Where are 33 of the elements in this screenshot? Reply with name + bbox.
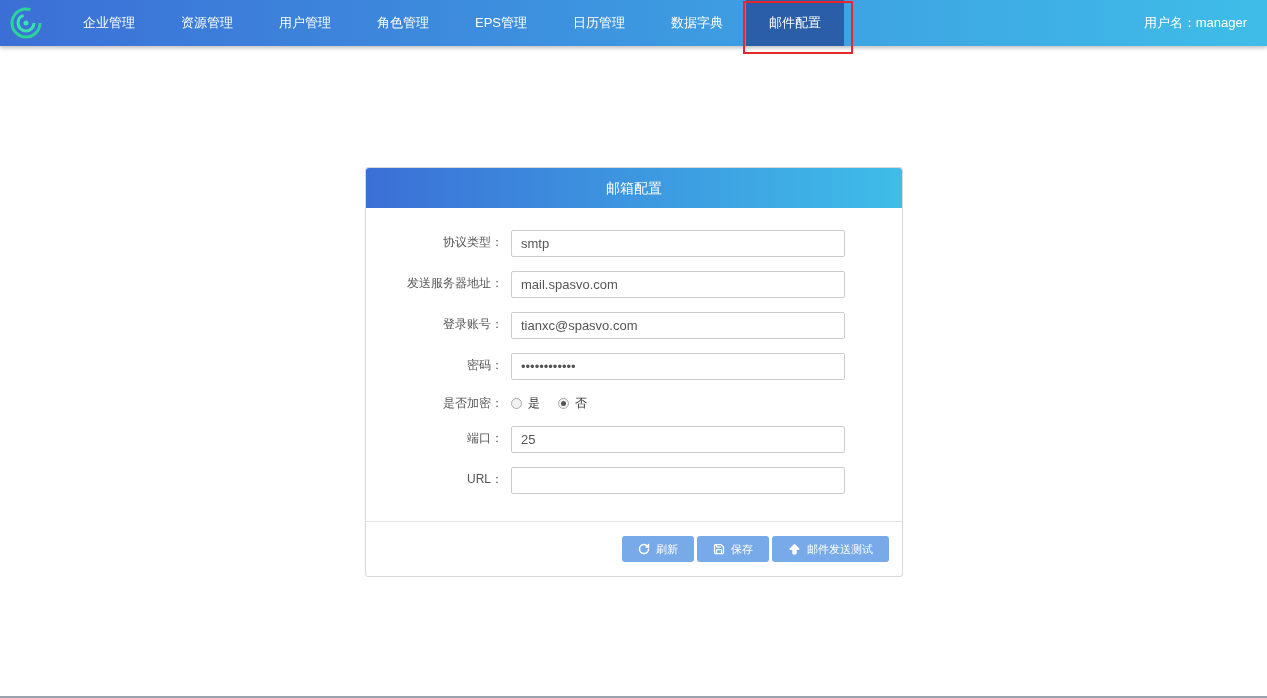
input-field[interactable]: smtp [511,230,845,257]
nav-tab[interactable]: 邮件配置 [746,0,844,46]
nav-tab[interactable]: 日历管理 [550,0,648,46]
field-label: 发送服务器地址： [406,275,503,292]
nav-tab[interactable]: 资源管理 [158,0,256,46]
nav-tab[interactable]: 数据字典 [648,0,746,46]
field-label: 端口： [466,430,503,447]
field-label: 是否加密： [442,395,503,412]
field-label: 登录账号： [442,316,503,333]
radio-button[interactable] [558,397,569,409]
radio-option[interactable]: 否 [558,394,587,412]
nav-tab[interactable]: EPS管理 [452,0,550,46]
field-label: URL： [466,471,503,488]
refresh-icon [638,543,650,555]
radio-button[interactable] [511,397,522,409]
password-field[interactable]: •••••••••••• [511,353,845,380]
input-field[interactable]: tianxc@spasvo.com [511,312,845,339]
nav-tab[interactable]: 角色管理 [354,0,452,46]
input-field[interactable]: mail.spasvo.com [511,271,845,298]
card-title: 邮箱配置 [606,178,662,198]
input-field[interactable] [511,467,845,494]
action-button[interactable]: 保存 [697,536,769,562]
nav-tab[interactable]: 企业管理 [60,0,158,46]
username-label: 用户名：manager [1143,14,1247,33]
field-label: 协议类型： [442,234,503,251]
action-button[interactable]: 邮件发送测试 [772,536,889,562]
field-label: 密码： [466,357,503,374]
action-button[interactable]: 刷新 [622,536,694,562]
nav-tab[interactable]: 用户管理 [256,0,354,46]
radio-option[interactable]: 是 [511,394,540,412]
up-arrow-icon [788,542,801,556]
swirl-logo-icon [10,7,42,39]
input-field[interactable]: 25 [511,426,845,453]
